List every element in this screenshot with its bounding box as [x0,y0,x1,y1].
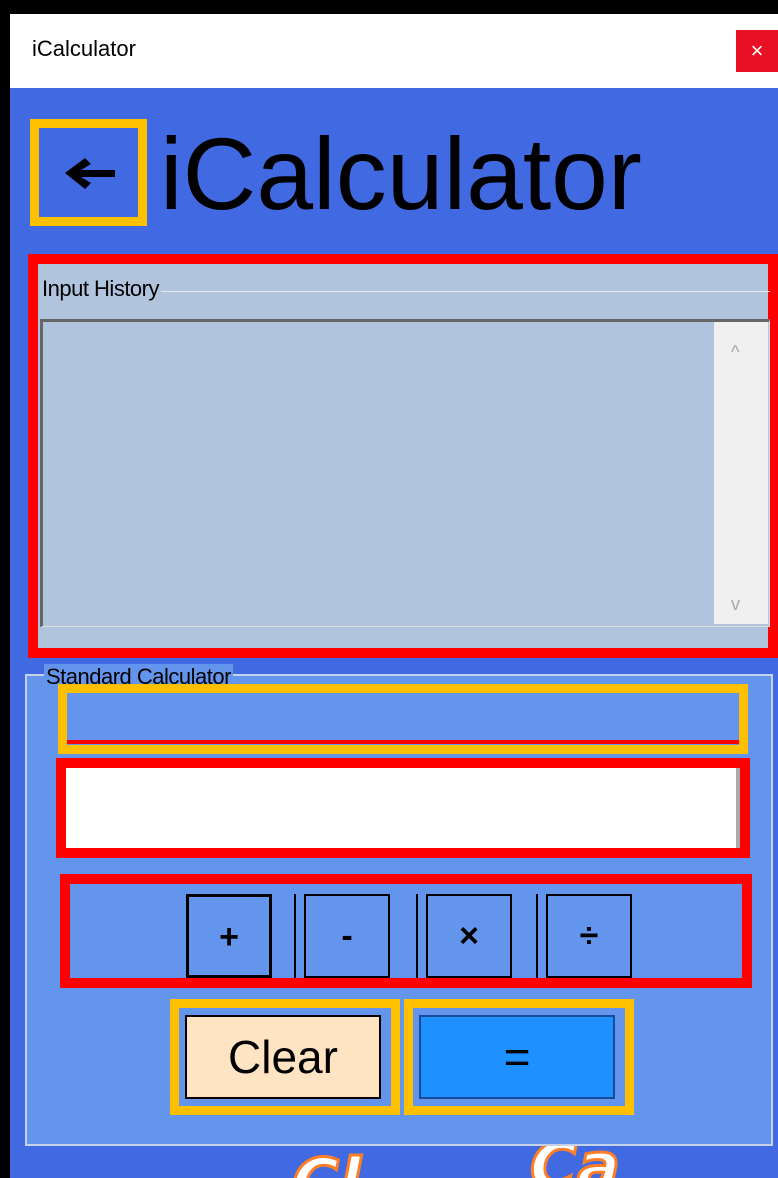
title-bar: iCalculator × [10,14,778,88]
decorative-text: Ca [528,1146,621,1178]
number-input-frame [56,758,750,858]
standard-calculator-label: Standard Calculator [44,664,233,686]
multiply-button[interactable]: × [426,894,512,978]
operator-panel: + - × ÷ [60,874,752,988]
input-history-label: Input History [40,276,161,302]
scroll-down-icon[interactable]: v [731,594,740,615]
plus-button[interactable]: + [186,894,272,978]
separator [536,894,538,978]
minus-button[interactable]: - [304,894,390,978]
separator [294,894,296,978]
clear-button-frame: Clear [170,999,400,1115]
app-title: iCalculator [160,117,642,231]
equals-button-frame: = [404,999,634,1115]
input-history-textbox[interactable] [40,319,770,627]
history-scrollbar[interactable]: ^ v [714,322,768,624]
input-edge [736,768,740,848]
equals-button[interactable]: = [419,1015,615,1099]
close-button[interactable]: × [736,30,778,72]
number-input[interactable] [70,770,736,848]
expression-underline [67,740,739,744]
separator [416,894,418,978]
decorative-text: Cl [291,1146,363,1178]
clear-button[interactable]: Clear [185,1015,381,1099]
scroll-up-icon[interactable]: ^ [731,342,739,363]
footer-decoration: Cl Ca [10,1146,778,1178]
calculator-window: iCalculator × iCalculator Input History … [10,14,778,1178]
left-arrow-icon [65,158,115,189]
window-title: iCalculator [32,36,136,61]
divide-button[interactable]: ÷ [546,894,632,978]
back-button[interactable] [30,119,147,226]
